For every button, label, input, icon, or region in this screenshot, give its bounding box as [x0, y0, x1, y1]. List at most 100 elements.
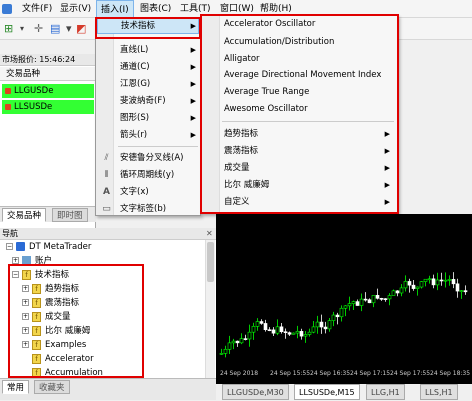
app-icon[interactable] [2, 0, 14, 18]
menu-item-custom[interactable]: 自定义 ▶ [224, 194, 394, 210]
candle-body [379, 298, 384, 300]
submenu-arrow-icon: ▶ [190, 63, 196, 71]
menu-charts[interactable]: 图表(C) [136, 0, 175, 18]
menu-item-indicators[interactable]: 技术指标 ▶ [97, 18, 199, 34]
menu-item-alligator[interactable]: Alligator [224, 51, 394, 67]
chart-tab[interactable]: LLS,H1 [420, 384, 458, 400]
menu-item-label: 斐波纳奇(F) [120, 96, 166, 106]
time-axis: 24 Sep 2018 24 Sep 15:55 24 Sep 16:35 24… [216, 368, 472, 384]
menu-item-channels[interactable]: 通道(C) ▶ [120, 59, 198, 75]
crosshair-icon[interactable]: ✛ [34, 21, 43, 37]
market-watch-column-header: 交易品种 [0, 67, 96, 81]
tree-item-oscillators[interactable]: + f 震荡指标 [22, 296, 79, 310]
submenu-arrow-icon: ▶ [190, 80, 196, 88]
candle-body [239, 338, 244, 344]
menu-file[interactable]: 文件(F) [18, 0, 56, 18]
candle-body [363, 298, 368, 301]
tree-item-indicators[interactable]: − f 技术指标 [12, 268, 69, 282]
profiles-icon[interactable]: ▤ [50, 21, 60, 37]
candle-body [447, 279, 452, 281]
menu-item-gann[interactable]: 江恩(G) ▶ [120, 76, 198, 92]
candle-body [367, 299, 372, 304]
menu-item-pitchfork[interactable]: 安德鲁分叉线(A) [120, 150, 198, 166]
tree-item-accounts[interactable]: + 账户 [12, 254, 52, 268]
menu-item-trend[interactable]: 趋势指标 ▶ [224, 126, 394, 142]
expand-icon[interactable]: + [22, 299, 29, 306]
new-chart-icon[interactable]: ⊞ [4, 21, 13, 37]
menu-item-cycle-lines[interactable]: 循环周期线(y) [120, 167, 198, 183]
tree-item-accelerator[interactable]: f Accelerator [32, 352, 94, 366]
expand-icon[interactable]: + [22, 327, 29, 334]
price-chart[interactable] [216, 214, 472, 384]
tree-label: 账户 [35, 256, 53, 266]
candle-body [323, 326, 328, 330]
chart-tab[interactable]: LLG,H1 [366, 384, 405, 400]
tab-symbols[interactable]: 交易品种 [2, 208, 47, 222]
tree-root[interactable]: − DT MetaTrader [6, 240, 91, 254]
tree-item-examples[interactable]: + f Examples [22, 338, 86, 352]
menu-item-bill-williams[interactable]: 比尔 威廉姆 ▶ [224, 177, 394, 193]
menu-item-label: 比尔 威廉姆 [224, 180, 270, 190]
close-icon[interactable]: ✕ [206, 229, 213, 238]
candle-body [371, 295, 376, 304]
symbol-name: LLSUSDe [14, 102, 53, 112]
menu-view[interactable]: 显示(V) [56, 0, 95, 18]
menu-item-adx[interactable]: Average Directional Movement Index [224, 67, 394, 83]
expand-icon[interactable]: + [22, 313, 29, 320]
candle-body [455, 283, 460, 292]
menu-item-arrows[interactable]: 箭头(r) ▶ [120, 127, 198, 143]
menu-separator [118, 146, 198, 147]
menu-item-awesome-oscillator[interactable]: Awesome Oscillator [224, 101, 394, 117]
candle-body [355, 301, 360, 306]
tree-label: Examples [45, 340, 87, 350]
menu-item-label: Average Directional Movement Index [224, 70, 382, 80]
dropdown-arrow-icon[interactable]: ▾ [66, 21, 72, 37]
candle-body [399, 287, 404, 294]
menu-item-label: 文字(x) [120, 187, 149, 197]
line-icon[interactable]: ◩ [76, 21, 86, 37]
candle-body [259, 321, 264, 324]
menu-item-fibonacci[interactable]: 斐波纳奇(F) ▶ [120, 93, 198, 109]
indicator-folder-icon: f [32, 297, 41, 308]
menu-item-text[interactable]: 文字(x) [120, 184, 198, 200]
menu-item-volumes[interactable]: 成交量 ▶ [224, 160, 394, 176]
candle-body [463, 290, 468, 293]
menu-item-lines[interactable]: 直线(L) ▶ [120, 42, 198, 58]
menu-item-shapes[interactable]: 图形(S) ▶ [120, 110, 198, 126]
candle-body [319, 321, 324, 328]
collapse-icon[interactable]: − [12, 271, 19, 278]
menu-insert[interactable]: 插入(I) [96, 0, 134, 18]
menu-item-atr[interactable]: Average True Range [224, 84, 394, 100]
collapse-icon[interactable]: − [6, 243, 13, 250]
tree-item-trend[interactable]: + f 趋势指标 [22, 282, 79, 296]
navigator-scrollbar[interactable] [205, 240, 215, 380]
symbol-row[interactable]: LLGUSDe [2, 84, 94, 98]
tab-favorites[interactable]: 收藏夹 [34, 380, 70, 394]
candle-body [263, 323, 268, 331]
candle-body [359, 298, 364, 306]
andrews-pitchfork-icon: ⫽ [104, 153, 109, 163]
candle-body [255, 321, 260, 327]
expand-icon[interactable]: + [22, 341, 29, 348]
chart-tab[interactable]: LLGUSDe,M30 [222, 384, 289, 400]
submenu-arrow-icon: ▶ [190, 46, 196, 54]
menu-item-accelerator-oscillator[interactable]: Accelerator Oscillator [224, 16, 394, 32]
indicator-icon: f [32, 353, 41, 364]
chart-tab[interactable]: LLSUSDe,M15 [294, 384, 360, 400]
tree-item-volumes[interactable]: + f 成交量 [22, 310, 71, 324]
tab-tick-chart[interactable]: 即时图 [52, 208, 88, 222]
market-watch-tabs: 交易品种 即时图 [0, 206, 96, 222]
menu-item-oscillators[interactable]: 震荡指标 ▶ [224, 143, 394, 159]
menu-item-accumulation-distribution[interactable]: Accumulation/Distribution [224, 34, 394, 50]
tab-common[interactable]: 常用 [2, 380, 30, 394]
submenu-arrow-icon: ▶ [190, 131, 196, 139]
candle-body [451, 279, 456, 285]
expand-icon[interactable]: + [22, 285, 29, 292]
indicator-folder-icon: f [32, 325, 41, 336]
scrollbar-thumb[interactable] [207, 242, 214, 282]
expand-icon[interactable]: + [12, 257, 19, 264]
tree-item-bill-williams[interactable]: + f 比尔 威廉姆 [22, 324, 90, 338]
symbol-row[interactable]: LLSUSDe [2, 100, 94, 114]
menu-item-text-label[interactable]: 文字标签(b) [120, 201, 198, 217]
dropdown-arrow-icon[interactable]: ▾ [20, 21, 24, 37]
